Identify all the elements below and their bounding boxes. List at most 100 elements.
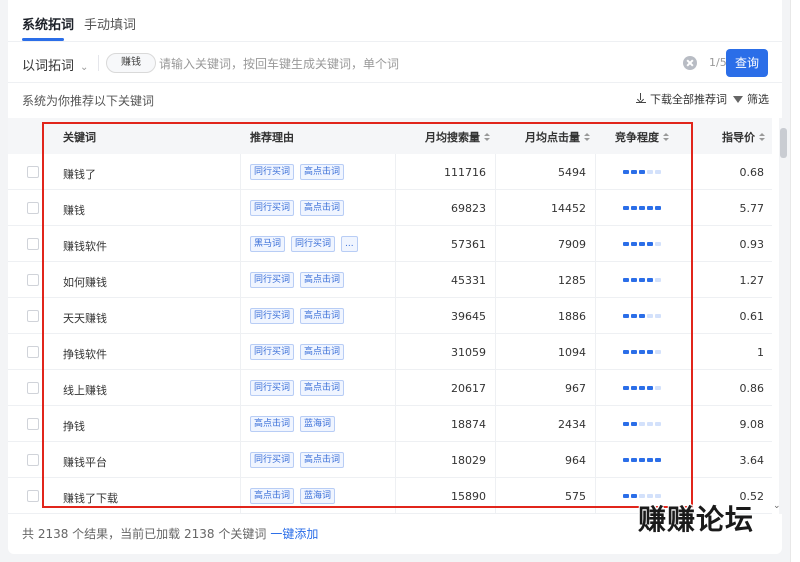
keyword-counter: 1/5 (709, 56, 727, 69)
competition-segment (623, 170, 629, 174)
download-all-button[interactable]: 下载全部推荐词 (636, 91, 727, 107)
table-row[interactable]: 赚钱平台 同行买词 高点击词 18029 964 3.64 (8, 442, 772, 478)
row-checkbox[interactable] (27, 274, 39, 286)
sort-icon (484, 133, 490, 142)
row-checkbox[interactable] (27, 202, 39, 214)
scroll-thumb[interactable] (780, 128, 787, 158)
tab-system-expand[interactable]: 系统拓词 (22, 14, 74, 33)
competition-segment (631, 314, 637, 318)
reason-tag: 同行买词 (250, 344, 295, 360)
click-volume-cell: 575 (565, 490, 586, 503)
price-cell: 0.93 (739, 238, 765, 251)
add-all-button[interactable]: 一键添加 (270, 527, 318, 541)
watermark: 赚赚论坛 (638, 503, 755, 536)
row-checkbox[interactable] (27, 454, 39, 466)
click-volume-cell: 7909 (558, 238, 586, 251)
header-search-volume-label: 月均搜索量 (425, 131, 480, 144)
table-row[interactable]: 挣钱软件 同行买词 高点击词 31059 1094 1 (8, 334, 772, 370)
competition-segment (647, 350, 653, 354)
keyword-cell: 赚钱了下载 (63, 492, 118, 505)
competition-segment (623, 494, 629, 498)
mode-select-label: 以词拓词 (22, 59, 75, 74)
competition-segment (647, 278, 653, 282)
reason-tag: 高点击词 (300, 308, 345, 324)
header-click-volume[interactable]: 月均点击量 (525, 129, 590, 145)
reason-tag[interactable]: ... (341, 236, 358, 252)
keyword-cell: 如何赚钱 (63, 276, 107, 289)
keyword-input[interactable] (159, 55, 679, 73)
keyword-tag-chip[interactable]: 赚钱 (106, 53, 156, 73)
scroll-down-icon[interactable]: ⌄ (773, 501, 781, 511)
row-checkbox[interactable] (27, 346, 39, 358)
competition-segment (639, 422, 645, 426)
filter-label: 筛选 (747, 93, 769, 106)
row-checkbox[interactable] (27, 166, 39, 178)
header-competition[interactable]: 竞争程度 (615, 129, 669, 145)
row-checkbox[interactable] (27, 238, 39, 250)
header-price[interactable]: 指导价 (722, 129, 765, 145)
header-price-label: 指导价 (722, 131, 755, 144)
table-row[interactable]: 赚钱 同行买词 高点击词 69823 14452 5.77 (8, 190, 772, 226)
competition-segment (631, 278, 637, 282)
table-row[interactable]: 线上赚钱 同行买词 高点击词 20617 967 0.86 (8, 370, 772, 406)
search-volume-cell: 15890 (451, 490, 486, 503)
competition-segment (623, 386, 629, 390)
table-row[interactable]: 赚钱了 同行买词 高点击词 111716 5494 0.68 (8, 154, 772, 190)
table-row[interactable]: 挣钱 高点击词 蓝海词 18874 2434 9.08 (8, 406, 772, 442)
tab-manual-input[interactable]: 手动填词 (84, 14, 136, 33)
table-header: 关键词 推荐理由 月均搜索量 月均点击量 竞争程度 指导价 (8, 118, 772, 154)
competition-segment (647, 458, 653, 462)
competition-segment (631, 170, 637, 174)
recommend-caption: 系统为你推荐以下关键词 (22, 94, 155, 108)
competition-meter (623, 350, 663, 354)
reason-tag: 同行买词 (250, 452, 295, 468)
competition-meter (623, 170, 663, 174)
competition-segment (639, 278, 645, 282)
competition-segment (647, 314, 653, 318)
reason-tag: 同行买词 (250, 380, 295, 396)
table-row[interactable]: 如何赚钱 同行买词 高点击词 45331 1285 1.27 (8, 262, 772, 298)
row-checkbox[interactable] (27, 382, 39, 394)
competition-segment (623, 206, 629, 210)
sort-icon (759, 133, 765, 142)
competition-segment (655, 242, 661, 246)
search-volume-cell: 39645 (451, 310, 486, 323)
keyword-cell: 赚钱 (63, 204, 85, 217)
competition-segment (655, 458, 661, 462)
mode-select[interactable]: 以词拓词 ⌄ (22, 55, 88, 74)
competition-segment (647, 386, 653, 390)
search-volume-cell: 69823 (451, 202, 486, 215)
competition-segment (639, 206, 645, 210)
keyword-cell: 线上赚钱 (63, 384, 107, 397)
reason-tag: 高点击词 (300, 164, 345, 180)
competition-segment (647, 422, 653, 426)
click-volume-cell: 14452 (551, 202, 586, 215)
keyword-cell: 天天赚钱 (63, 312, 107, 325)
row-checkbox[interactable] (27, 418, 39, 430)
divider (98, 55, 99, 71)
keyword-cell: 赚钱平台 (63, 456, 107, 469)
table-row[interactable]: 赚钱软件 黑马词 同行买词... 57361 7909 0.93 (8, 226, 772, 262)
row-checkbox[interactable] (27, 490, 39, 502)
click-volume-cell: 1285 (558, 274, 586, 287)
clear-icon[interactable] (683, 56, 697, 70)
price-cell: 0.61 (739, 310, 765, 323)
filter-button[interactable]: 筛选 (733, 91, 769, 107)
click-volume-cell: 967 (565, 382, 586, 395)
reason-tag: 黑马词 (250, 236, 286, 252)
download-all-label: 下载全部推荐词 (650, 93, 727, 106)
reason-tag: 高点击词 (300, 272, 345, 288)
search-button[interactable]: 查询 (726, 49, 768, 77)
header-search-volume[interactable]: 月均搜索量 (425, 129, 490, 145)
header-reason: 推荐理由 (250, 131, 294, 144)
reason-tag: 同行买词 (291, 236, 336, 252)
competition-segment (631, 206, 637, 210)
competition-meter (623, 242, 663, 246)
competition-segment (623, 242, 629, 246)
competition-segment (631, 422, 637, 426)
reason-tag: 高点击词 (300, 200, 345, 216)
row-checkbox[interactable] (27, 310, 39, 322)
table-row[interactable]: 天天赚钱 同行买词 高点击词 39645 1886 0.61 (8, 298, 772, 334)
table-scrollbar[interactable] (779, 118, 788, 514)
competition-segment (647, 206, 653, 210)
